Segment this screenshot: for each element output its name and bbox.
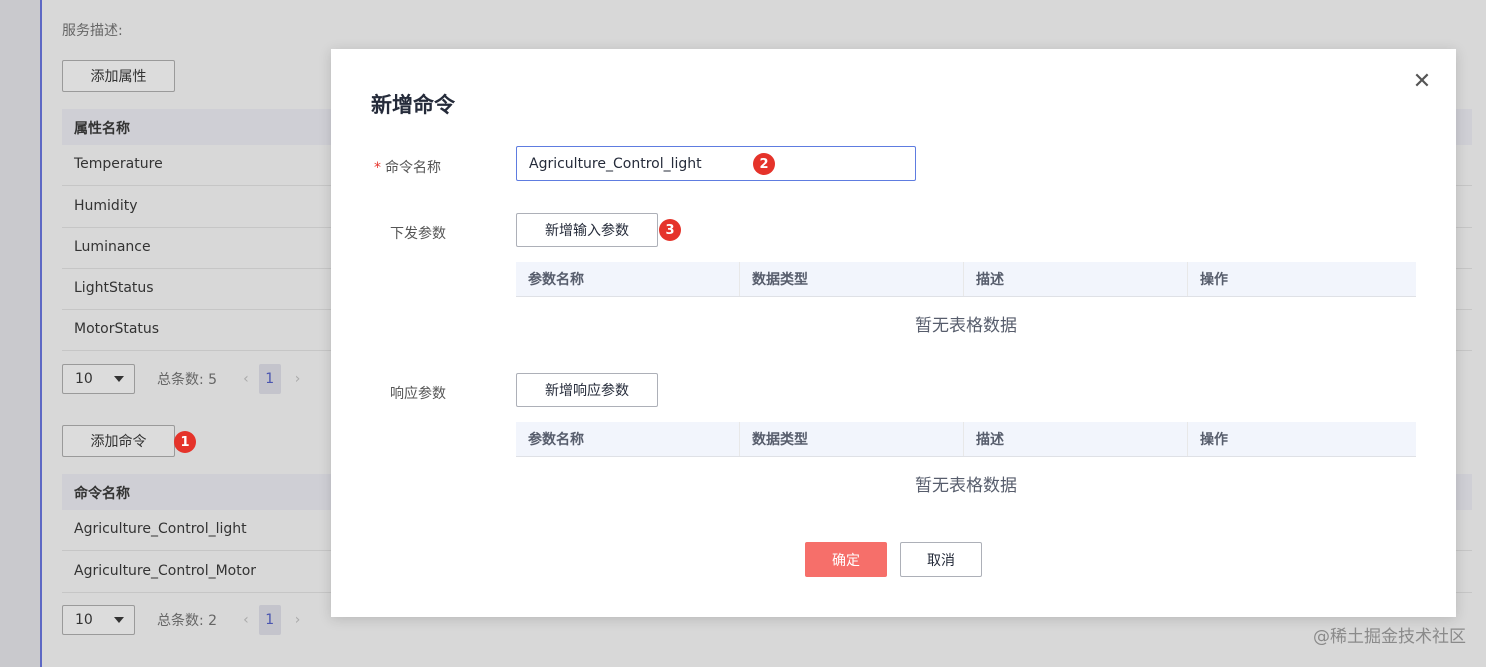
prev-page-icon[interactable]: ‹ <box>243 612 249 628</box>
cell: Agriculture_Control_light <box>74 521 247 537</box>
total-count: 总条数: 2 <box>157 613 218 629</box>
empty-table-message: 暂无表格数据 <box>915 475 1017 496</box>
input-params-table: 参数名称 数据类型 描述 操作 暂无表格数据 <box>516 262 1416 349</box>
cancel-button[interactable]: 取消 <box>900 542 982 577</box>
input-params-table-header: 参数名称 数据类型 描述 操作 <box>516 262 1416 297</box>
command-name-label-text: 命令名称 <box>385 160 441 176</box>
next-page-icon[interactable]: › <box>295 612 301 628</box>
data-type-header: 数据类型 <box>740 422 964 456</box>
dialog-title: 新增命令 <box>371 93 455 117</box>
command-pager: 10 总条数: 2 ‹ 1 › <box>62 604 300 636</box>
page-size-value: 10 <box>75 371 93 387</box>
response-params-table-header: 参数名称 数据类型 描述 操作 <box>516 422 1416 457</box>
description-header: 描述 <box>964 262 1188 296</box>
cell: MotorStatus <box>74 321 160 337</box>
send-params-label: 下发参数 <box>390 226 446 242</box>
operation-header: 操作 <box>1200 272 1228 288</box>
add-input-param-button[interactable]: 新增输入参数 <box>516 213 658 247</box>
watermark: @稀土掘金技术社区 <box>1313 627 1466 647</box>
description-header: 描述 <box>964 422 1188 456</box>
cell: Luminance <box>74 239 151 255</box>
response-params-label: 响应参数 <box>390 386 446 402</box>
step-badge-2: 2 <box>753 153 775 175</box>
operation-header: 操作 <box>1200 432 1228 448</box>
add-response-param-button[interactable]: 新增响应参数 <box>516 373 658 407</box>
command-name-header: 命令名称 <box>74 486 130 502</box>
left-accent-border <box>40 0 42 667</box>
caret-down-icon <box>114 617 124 623</box>
command-name-label: * 命令名称 <box>374 157 441 177</box>
close-icon[interactable]: ✕ <box>1412 69 1432 94</box>
next-page-icon[interactable]: › <box>295 371 301 387</box>
add-property-button[interactable]: 添加属性 <box>62 60 175 92</box>
cell: LightStatus <box>74 280 154 296</box>
required-mark: * <box>374 160 381 176</box>
total-count: 总条数: 5 <box>157 372 218 388</box>
cell: Agriculture_Control_Motor <box>74 563 257 579</box>
empty-table-message: 暂无表格数据 <box>915 315 1017 336</box>
property-name-header: 属性名称 <box>74 121 130 137</box>
current-page[interactable]: 1 <box>258 364 281 394</box>
page-size-value: 10 <box>75 612 93 628</box>
response-params-table: 参数名称 数据类型 描述 操作 暂无表格数据 <box>516 422 1416 509</box>
confirm-button[interactable]: 确定 <box>805 542 887 577</box>
command-name-input[interactable]: Agriculture_Control_light <box>516 146 916 181</box>
cell: Humidity <box>74 198 138 214</box>
cell: Temperature <box>74 156 163 172</box>
data-type-header: 数据类型 <box>740 262 964 296</box>
current-page[interactable]: 1 <box>258 605 281 635</box>
property-pager: 10 总条数: 5 ‹ 1 › <box>62 363 300 395</box>
command-name-value: Agriculture_Control_light <box>529 155 702 172</box>
param-name-header: 参数名称 <box>516 422 740 456</box>
caret-down-icon <box>114 376 124 382</box>
add-command-button[interactable]: 添加命令 <box>62 425 175 457</box>
step-badge-1: 1 <box>174 431 196 453</box>
service-desc-label: 服务描述: <box>62 23 123 39</box>
param-name-header: 参数名称 <box>516 262 740 296</box>
step-badge-3: 3 <box>659 219 681 241</box>
add-command-dialog: 新增命令 ✕ * 命令名称 Agriculture_Control_light 2… <box>331 49 1456 617</box>
left-sidebar <box>0 0 40 667</box>
prev-page-icon[interactable]: ‹ <box>243 371 249 387</box>
page-size-select[interactable]: 10 <box>62 364 135 394</box>
page-size-select[interactable]: 10 <box>62 605 135 635</box>
